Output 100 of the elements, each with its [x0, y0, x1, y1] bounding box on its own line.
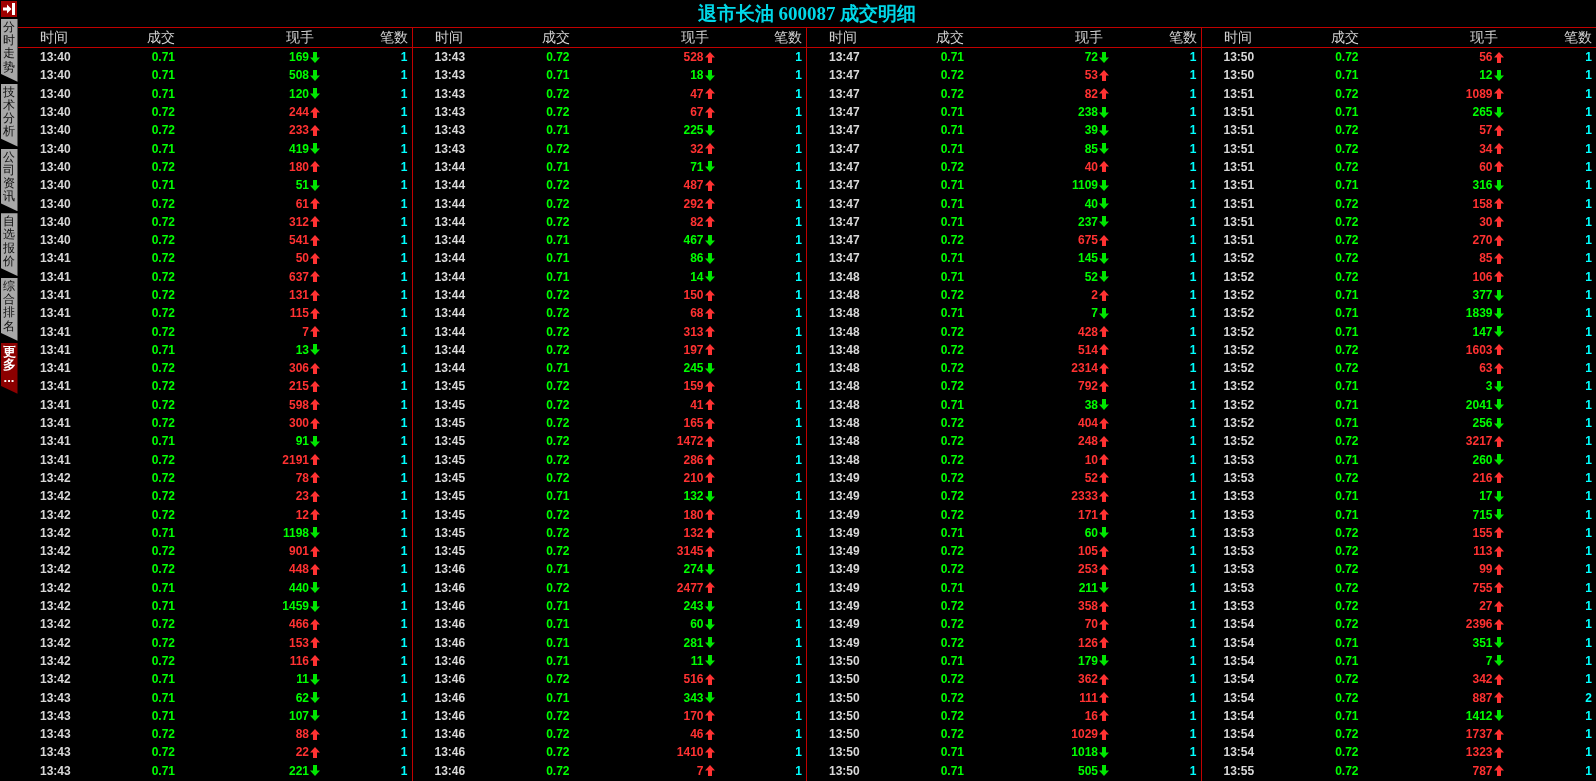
up-arrow-icon [310, 454, 320, 466]
volume-cell: 508 [288, 68, 309, 83]
down-arrow-icon [704, 234, 715, 246]
volume-cell: 158 [1472, 196, 1493, 211]
price-cell: 0.71 [940, 580, 964, 595]
price-cell: 0.72 [151, 745, 175, 760]
volume-cell: 116 [289, 653, 309, 668]
volume-cell: 316 [1472, 178, 1493, 193]
time-cell-text: 13:51 [1222, 233, 1255, 248]
volume-cell: 292 [683, 196, 704, 211]
up-arrow-icon [704, 710, 715, 722]
volume-cell: 342 [1472, 672, 1493, 687]
volume-cell: 286 [683, 452, 704, 467]
time-cell-text: 13:51 [1222, 178, 1255, 193]
down-arrow-icon [310, 344, 320, 356]
time-cell-text: 13:41 [39, 251, 71, 266]
count-cell-text: 1 [400, 562, 409, 577]
time-cell-text: 13:47 [828, 251, 860, 266]
time-cell-text: 13:54 [1222, 745, 1255, 760]
count-cell-text: 1 [1585, 672, 1593, 687]
column-header: 时间 [828, 28, 857, 47]
up-arrow-icon [310, 271, 320, 283]
volume-cell: 238 [1077, 105, 1098, 120]
time-cell-text: 13:47 [828, 214, 860, 229]
volume-cell: 115 [289, 306, 309, 321]
price-cell: 0.72 [940, 489, 964, 504]
time-cell-text: 13:50 [828, 745, 860, 760]
sidebar-tab[interactable]: 公司资讯 [0, 148, 18, 212]
volume-cell: 245 [683, 361, 704, 376]
volume-cell: 1472 [676, 434, 704, 449]
volume-cell: 2191 [282, 452, 309, 467]
count-cell-text: 1 [1189, 214, 1198, 229]
volume-cell: 2477 [676, 580, 704, 595]
time-cell-text: 13:44 [433, 214, 466, 229]
price-cell: 0.72 [1335, 745, 1359, 760]
sidebar-tab[interactable]: 分时走势 [0, 19, 18, 82]
time-cell-text: 13:42 [39, 580, 71, 595]
count-cell-text: 2 [1585, 690, 1593, 705]
time-cell-text: 13:49 [828, 507, 860, 522]
count-cell-text: 1 [795, 525, 803, 540]
time-cell-text: 13:45 [433, 525, 466, 540]
time-cell-text: 13:46 [433, 727, 466, 742]
count-cell-text: 1 [795, 233, 803, 248]
price-cell: 0.71 [1335, 653, 1359, 668]
price-cell: 0.72 [546, 105, 570, 120]
price-cell: 0.72 [151, 489, 175, 504]
time-cell-text: 13:43 [433, 86, 466, 101]
sidebar-tab[interactable]: 自选报价 [0, 213, 18, 276]
time-cell-text: 13:49 [828, 580, 860, 595]
sidebar-tab[interactable]: 综合排名 [0, 278, 18, 341]
count-cell-text: 1 [400, 342, 409, 357]
price-cell: 0.72 [151, 507, 175, 522]
count-cell-text: 1 [1189, 727, 1198, 742]
volume-cell: 10 [1084, 452, 1098, 467]
time-cell-text: 13:41 [39, 342, 71, 357]
price-cell: 0.72 [1335, 269, 1359, 284]
time-cell-text: 13:45 [433, 379, 466, 394]
volume-cell: 1109 [1071, 178, 1098, 193]
price-cell: 0.72 [151, 159, 175, 174]
price-cell: 0.71 [151, 50, 175, 65]
count-cell-text: 1 [795, 379, 803, 394]
time-cell-text: 13:49 [828, 544, 860, 559]
count-cell-text: 1 [400, 635, 409, 650]
count-cell-text: 1 [795, 159, 803, 174]
volume-cell: 514 [1077, 342, 1098, 357]
volume-cell: 419 [288, 141, 309, 156]
time-cell-text: 13:52 [1222, 397, 1255, 412]
time-cell-text: 13:41 [39, 397, 71, 412]
time-cell-text: 13:45 [433, 470, 466, 485]
time-cell-text: 13:45 [433, 544, 466, 559]
sidebar-tab[interactable]: 技术分析 [0, 83, 18, 147]
up-arrow-icon [1493, 435, 1504, 447]
price-cell: 0.72 [546, 745, 570, 760]
time-cell-text: 13:50 [828, 672, 860, 687]
count-cell-text: 1 [795, 123, 803, 138]
volume-cell: 755 [1472, 580, 1493, 595]
count-cell-text: 1 [1189, 141, 1198, 156]
up-arrow-icon [704, 179, 715, 191]
volume-cell: 3 [1485, 379, 1493, 394]
count-cell-text: 1 [400, 507, 409, 522]
count-cell-text: 1 [1189, 745, 1198, 760]
exit-icon[interactable] [1, 1, 17, 17]
count-cell-text: 1 [400, 86, 409, 101]
count-cell-text: 1 [1585, 50, 1593, 65]
volume-cell: 131 [288, 288, 309, 302]
count-cell-text: 1 [400, 690, 409, 705]
up-arrow-icon [1099, 454, 1109, 466]
price-cell: 0.72 [151, 379, 175, 394]
price-cell: 0.71 [546, 159, 570, 174]
column-header: 现手 [286, 28, 315, 47]
up-arrow-icon [1493, 472, 1504, 484]
sidebar-tab[interactable]: 更多... [0, 342, 18, 394]
time-cell-text: 13:46 [433, 580, 466, 595]
time-cell-text: 13:53 [1222, 599, 1255, 614]
price-cell: 0.72 [546, 397, 570, 412]
volume-cell: 428 [1077, 324, 1098, 339]
volume-cell: 358 [1077, 599, 1098, 614]
time-cell-text: 13:44 [433, 159, 466, 174]
time-cell-text: 13:50 [828, 708, 860, 723]
price-cell: 0.72 [151, 324, 175, 339]
